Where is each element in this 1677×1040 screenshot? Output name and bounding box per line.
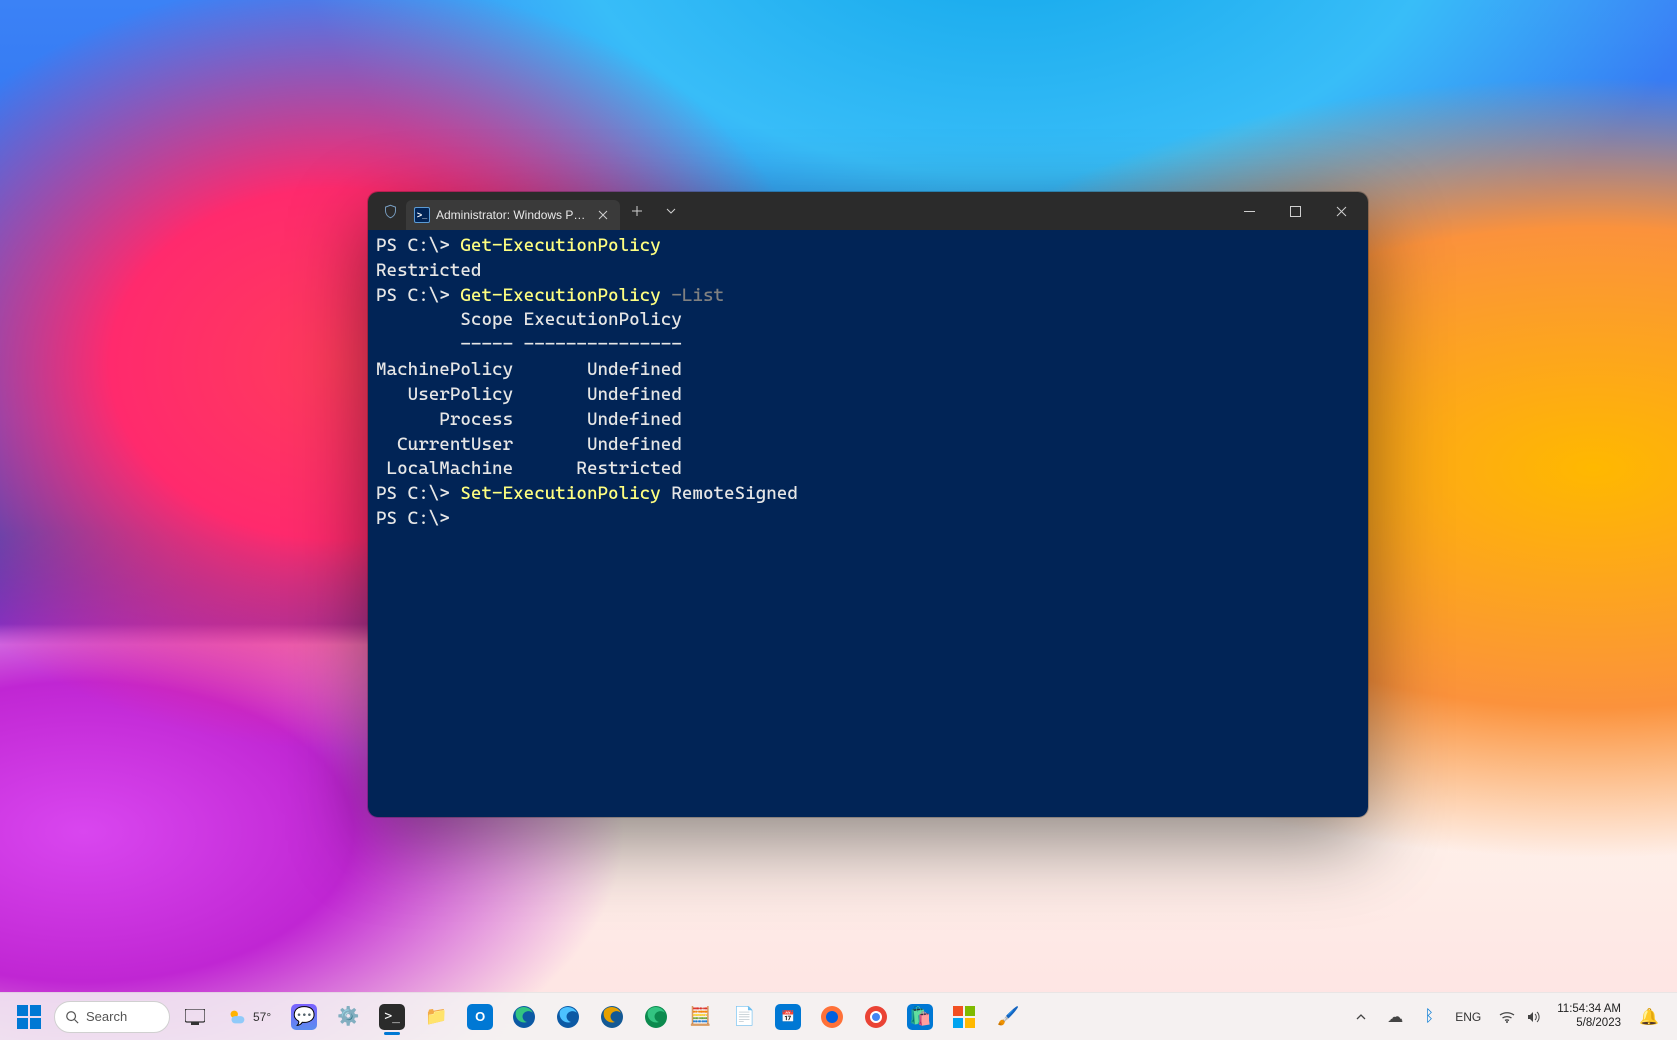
taskbar: Search 57° 💬 ⚙️ >_ 📁 O 🧮 📄 📅 🛍️ 🖌️ — [0, 992, 1677, 1040]
tab-dropdown-button[interactable] — [654, 196, 688, 226]
terminal-window: >_ Administrator: Windows Powe PS C:\> G… — [368, 192, 1368, 817]
clock-date: 5/8/2023 — [1557, 1017, 1621, 1031]
prompt: PS C:\> — [376, 508, 450, 529]
app-powertoys[interactable] — [943, 997, 985, 1037]
table-row: Process Undefined — [376, 408, 1360, 433]
app-edge-beta[interactable] — [547, 997, 589, 1037]
prompt: PS C:\> — [376, 483, 450, 504]
app-edge-dev[interactable] — [591, 997, 633, 1037]
clock-time: 11:54:34 AM — [1557, 1003, 1621, 1017]
minimize-button[interactable] — [1226, 195, 1272, 227]
tray-language[interactable]: ENG — [1447, 997, 1489, 1037]
taskbar-clock[interactable]: 11:54:34 AM 5/8/2023 — [1551, 1003, 1627, 1031]
app-outlook[interactable]: O — [459, 997, 501, 1037]
table-header: Scope — [460, 309, 513, 330]
taskbar-search[interactable]: Search — [54, 1001, 170, 1033]
weather-temp: 57° — [253, 1010, 271, 1024]
speaker-icon — [1525, 1009, 1541, 1025]
close-tab-button[interactable] — [594, 206, 612, 224]
table-header: ExecutionPolicy — [524, 309, 682, 330]
app-paint[interactable]: 🖌️ — [987, 997, 1029, 1037]
windows-logo-icon — [17, 1005, 41, 1029]
app-settings[interactable]: ⚙️ — [327, 997, 369, 1037]
command-arg: RemoteSigned — [671, 483, 798, 504]
close-window-button[interactable] — [1318, 195, 1364, 227]
app-chrome[interactable] — [855, 997, 897, 1037]
cloud-icon: ☁ — [1387, 1009, 1403, 1025]
app-file-explorer[interactable]: 📁 — [415, 997, 457, 1037]
prompt: PS C:\> — [376, 235, 450, 256]
tray-onedrive[interactable]: ☁ — [1379, 997, 1411, 1037]
powershell-icon: >_ — [414, 207, 430, 223]
taskview-icon — [182, 1004, 208, 1030]
app-notepad[interactable]: 📄 — [723, 997, 765, 1037]
app-calendar[interactable]: 📅 — [767, 997, 809, 1037]
prompt: PS C:\> — [376, 285, 450, 306]
table-row: UserPolicy Undefined — [376, 383, 1360, 408]
language-indicator: ENG — [1455, 1010, 1481, 1024]
notification-button[interactable]: 🔔 — [1629, 997, 1669, 1037]
terminal-tab[interactable]: >_ Administrator: Windows Powe — [406, 200, 620, 230]
output-text: Restricted — [376, 259, 1360, 284]
admin-shield-icon — [382, 203, 398, 219]
command-arg: -List — [671, 285, 724, 306]
app-calculator[interactable]: 🧮 — [679, 997, 721, 1037]
tab-title: Administrator: Windows Powe — [436, 208, 586, 222]
app-edge[interactable] — [503, 997, 545, 1037]
command-text: Get-ExecutionPolicy — [460, 235, 660, 256]
table-row: LocalMachine Restricted — [376, 457, 1360, 482]
command-text: Get-ExecutionPolicy — [460, 285, 660, 306]
chevron-up-icon — [1353, 1009, 1369, 1025]
weather-icon — [226, 1006, 248, 1028]
new-tab-button[interactable] — [620, 196, 654, 226]
tray-overflow[interactable] — [1345, 997, 1377, 1037]
app-edge-canary[interactable] — [635, 997, 677, 1037]
app-terminal[interactable]: >_ — [371, 997, 413, 1037]
command-text: Set-ExecutionPolicy — [460, 483, 660, 504]
app-firefox[interactable] — [811, 997, 853, 1037]
tray-bluetooth[interactable]: ᛒ — [1413, 997, 1445, 1037]
app-microsoft-store[interactable]: 🛍️ — [899, 997, 941, 1037]
search-placeholder: Search — [86, 1009, 127, 1024]
search-icon — [65, 1010, 79, 1024]
table-divider: ----- --------------- — [376, 333, 1360, 358]
window-titlebar[interactable]: >_ Administrator: Windows Powe — [368, 192, 1368, 230]
app-chat[interactable]: 💬 — [283, 997, 325, 1037]
taskbar-pinned-apps: 💬 ⚙️ >_ 📁 O 🧮 📄 📅 🛍️ 🖌️ — [283, 997, 1029, 1037]
bell-icon: 🔔 — [1639, 1007, 1659, 1027]
maximize-button[interactable] — [1272, 195, 1318, 227]
table-row: MachinePolicy Undefined — [376, 358, 1360, 383]
terminal-output[interactable]: PS C:\> Get-ExecutionPolicyRestrictedPS … — [368, 230, 1368, 817]
weather-widget[interactable]: 57° — [220, 1006, 277, 1028]
wifi-icon — [1499, 1009, 1515, 1025]
taskview-button[interactable] — [174, 997, 216, 1037]
tray-network-sound[interactable] — [1491, 997, 1549, 1037]
table-row: CurrentUser Undefined — [376, 433, 1360, 458]
bluetooth-icon: ᛒ — [1421, 1009, 1437, 1025]
start-button[interactable] — [8, 997, 50, 1037]
